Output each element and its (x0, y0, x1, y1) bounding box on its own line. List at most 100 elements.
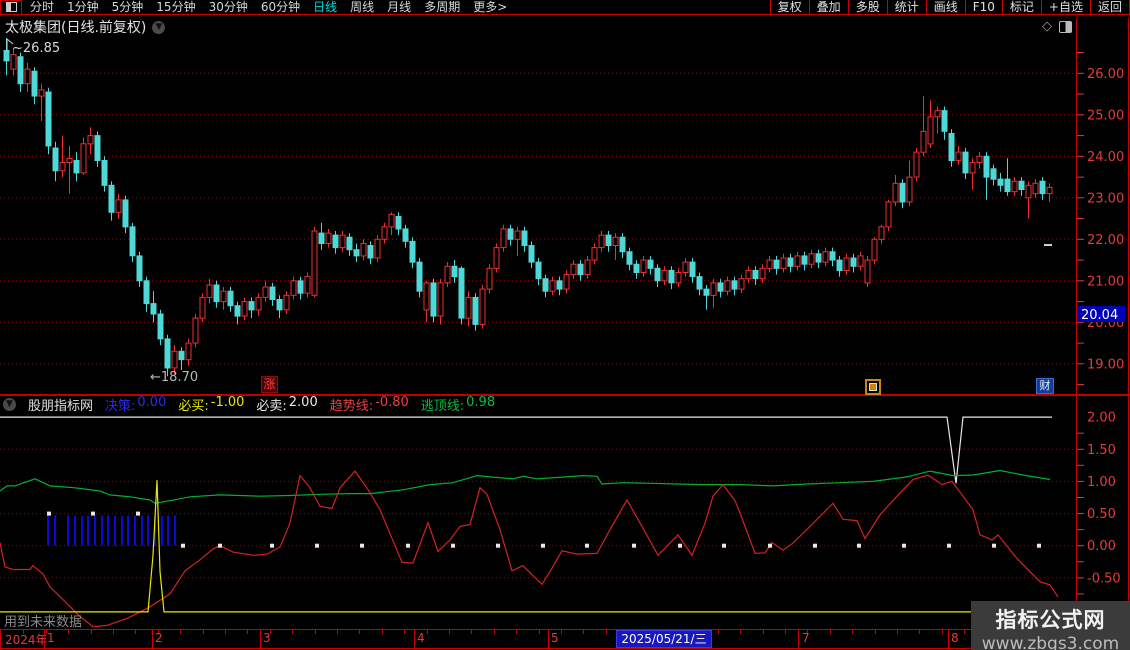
period-tab-分时[interactable]: 分时 (30, 0, 54, 14)
toolbar-button-标记[interactable]: 标记 (1001, 0, 1041, 14)
indicator-chart[interactable]: 2.00 1.50 1.00 0.50 0.00 -0.50 (0, 394, 1130, 650)
timeline-tick (314, 630, 316, 634)
timeline-month-boundary (44, 630, 45, 648)
timeline-selected-date: 2025/05/21/三 (616, 630, 712, 648)
action-buttons: 复权 叠加 多股 统计 画线 F10 标记 +自选 返回 (769, 0, 1130, 14)
diamond-icon[interactable]: ◇ (1042, 20, 1052, 33)
timeline-tick (90, 630, 92, 634)
indicator-field-决策: 决策: 0.00 (105, 395, 166, 414)
timeline-month-boundary (414, 630, 415, 648)
period-tab-5分钟[interactable]: 5分钟 (112, 0, 144, 14)
timeline-tick (919, 630, 921, 634)
timeline-tick (829, 630, 831, 634)
timeline-tick (471, 630, 473, 634)
price-axis-label: 22.00 (1087, 233, 1124, 248)
timeline-tick (852, 630, 854, 634)
timeline-tick (762, 630, 764, 634)
timeline-tick (202, 630, 204, 634)
timeline-tick (404, 630, 406, 634)
toolbar-button-+自选[interactable]: +自选 (1040, 0, 1090, 14)
toolbar-button-画线[interactable]: 画线 (925, 0, 965, 14)
timeline-tick (740, 630, 742, 634)
indicator-axis-label: 1.00 (1087, 475, 1116, 490)
timeline-tick (449, 630, 450, 634)
indicator-field-value: 0.00 (137, 395, 167, 410)
timeline-month-boundary (152, 630, 153, 648)
timeline-year-label: 2024年 (5, 633, 48, 647)
period-tab-日线[interactable]: 日线 (313, 0, 337, 14)
layout-toggle-button[interactable] (0, 0, 22, 15)
timeline-tick (561, 630, 562, 634)
timeline-month-label: 3 (263, 631, 271, 645)
future-data-note: 用到未来数据 (4, 615, 83, 630)
period-toolbar: 分时 1分钟 5分钟 15分钟 30分钟 60分钟 日线 周线 月线 多周期 更多> 复权 叠加 多股统… (0, 0, 1130, 15)
finance-badge-icon[interactable]: 财 (1036, 378, 1054, 394)
timeline-tick (897, 630, 898, 634)
chart-title-row: 太极集团(日线.前复权) ▼ (5, 18, 166, 36)
indicator-axis-label: -0.50 (1087, 571, 1121, 586)
timeline-month-boundary (260, 630, 261, 648)
axis-divider-line (1076, 18, 1077, 650)
toolbar-button-返回[interactable]: 返回 (1089, 0, 1130, 14)
toolbar-button-F10[interactable]: F10 (964, 0, 1002, 14)
toolbar-button-叠加[interactable]: 叠加 (808, 0, 848, 14)
indicator-field-label: 趋势线: (329, 399, 374, 414)
panel-split-icon[interactable] (1059, 20, 1072, 33)
toolbar-button-多股[interactable]: 多股 (847, 0, 887, 14)
period-tab-30分钟[interactable]: 30分钟 (209, 0, 248, 14)
stock-app-window: 分时 1分钟 5分钟 15分钟 30分钟 60分钟 日线 周线 月线 多周期 更多> 复权 叠加 多股统… (0, 0, 1130, 650)
period-tab-1分钟[interactable]: 1分钟 (67, 0, 99, 14)
timeline-month-label: 1 (47, 631, 55, 645)
timeline-tick (135, 630, 137, 634)
period-tab-月线[interactable]: 月线 (387, 0, 411, 14)
toolbar-button-统计[interactable]: 统计 (886, 0, 926, 14)
marker-square-icon[interactable] (865, 379, 881, 395)
period-tab-60分钟[interactable]: 60分钟 (261, 0, 300, 14)
timeline-axis[interactable]: 2024年 1 2 3 4 5 7 8 2025/05/21/三 (0, 629, 1130, 649)
series-必买 (0, 480, 1075, 613)
chevron-down-icon[interactable]: ▼ (152, 20, 166, 34)
price-axis-label: 23.00 (1087, 191, 1124, 206)
indicator-field-value: 0.98 (466, 395, 496, 410)
timeline-tick (717, 630, 719, 634)
period-tab-更多>[interactable]: 更多> (473, 0, 507, 14)
timeline-tick (180, 630, 182, 634)
timeline-tick (874, 630, 876, 634)
timeline-tick (225, 630, 226, 634)
marker-square-inner (869, 383, 877, 391)
timeline-month-label: 8 (951, 631, 959, 645)
last-price-tag: 20.04 (1081, 308, 1118, 323)
indicator-field-value: -1.00 (210, 395, 245, 410)
timeline-tick (247, 630, 249, 634)
chevron-down-icon[interactable]: ▼ (3, 398, 16, 411)
indicator-field-value: -0.80 (375, 395, 409, 410)
indicator-field-label: 必买: (178, 399, 209, 414)
indicator-axis-label: 0.50 (1087, 507, 1116, 522)
timeline-month-label: 4 (417, 631, 425, 645)
page-title: 太极集团(日线.前复权) (5, 20, 147, 36)
timeline-month-label: 5 (551, 631, 559, 645)
period-tab-周线[interactable]: 周线 (350, 0, 374, 14)
timeline-tick (964, 630, 966, 634)
timeline-tick (785, 630, 786, 634)
indicator-header: ▼ 股朋指标网 决策: 0.00 必买: -1.00 必卖: 2.00 趋势线: -0.80 逃… (3, 395, 496, 414)
timeline-tick (426, 630, 428, 634)
candlestick-chart[interactable]: 26.0025.0024.0023.0022.0021.0020.0019.00… (0, 36, 1130, 394)
timeline-tick (113, 630, 114, 634)
candles-layer (3, 38, 1053, 377)
series-必卖 (0, 416, 1052, 484)
timeline-tick (941, 630, 943, 634)
timeline-tick (583, 630, 585, 634)
period-tab-多周期[interactable]: 多周期 (424, 0, 460, 14)
indicator-axis-label: 0.00 (1087, 539, 1116, 554)
toolbar-button-复权[interactable]: 复权 (769, 0, 809, 14)
timeline-tick (381, 630, 383, 634)
price-axis-label: 26.00 (1087, 67, 1124, 82)
rise-badge: 涨 (261, 376, 278, 393)
decision-bars (47, 515, 176, 546)
toolbar-divider (0, 14, 1130, 15)
period-tabs: 分时 1分钟 5分钟 15分钟 30分钟 60分钟 日线 周线 月线 多周期 更多> (30, 0, 507, 14)
signal-dots (47, 511, 1041, 548)
period-tab-15分钟[interactable]: 15分钟 (156, 0, 195, 14)
timeline-tick (359, 630, 361, 634)
